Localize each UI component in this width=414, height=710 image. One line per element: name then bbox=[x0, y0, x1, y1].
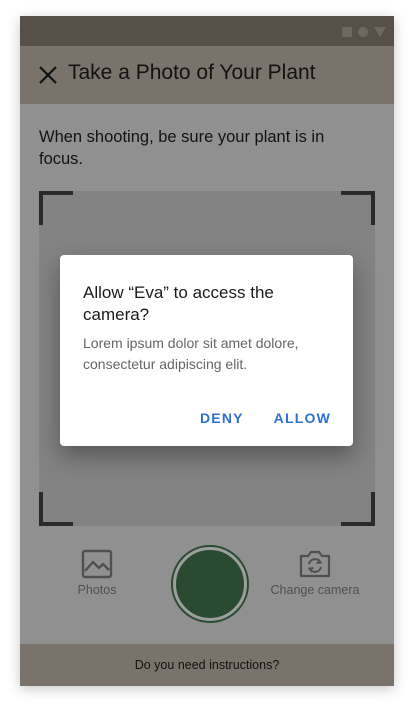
dialog-title: Allow “Eva” to access the camera? bbox=[83, 283, 274, 324]
allow-button[interactable]: ALLOW bbox=[274, 410, 331, 426]
deny-button[interactable]: DENY bbox=[200, 410, 244, 426]
phone-screen: Take a Photo of Your Plant When shooting… bbox=[20, 16, 394, 686]
dialog-actions: DENY ALLOW bbox=[200, 410, 331, 426]
camera-permission-dialog: Allow “Eva” to access the camera? Lorem … bbox=[60, 255, 353, 446]
dialog-message: Lorem ipsum dolor sit amet dolore, conse… bbox=[83, 335, 299, 372]
